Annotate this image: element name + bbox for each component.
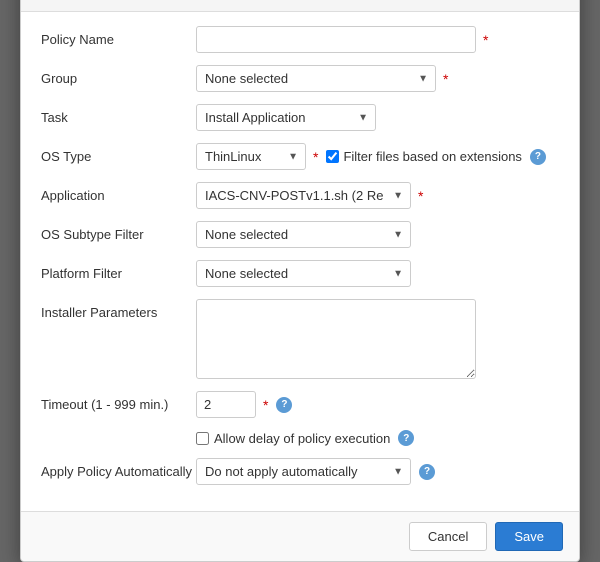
- installer-parameters-label: Installer Parameters: [41, 299, 196, 320]
- dialog-header: Add Standard App Policy ×: [21, 0, 579, 12]
- group-control: None selected ▼ *: [196, 65, 559, 92]
- allow-delay-help-icon[interactable]: ?: [398, 430, 414, 446]
- os-subtype-select[interactable]: None selected: [196, 221, 411, 248]
- group-select-wrap: None selected ▼: [196, 65, 436, 92]
- installer-parameters-textarea[interactable]: [196, 299, 476, 379]
- add-standard-app-policy-dialog: Add Standard App Policy × Policy Name * …: [20, 0, 580, 562]
- platform-filter-control: None selected ▼: [196, 260, 559, 287]
- application-required: *: [418, 188, 423, 204]
- cancel-button[interactable]: Cancel: [409, 522, 487, 551]
- allow-delay-text: Allow delay of policy execution: [214, 431, 390, 446]
- task-select[interactable]: Install Application: [196, 104, 376, 131]
- application-select[interactable]: IACS-CNV-POSTv1.1.sh (2 Reposi: [196, 182, 411, 209]
- os-subtype-filter-row: OS Subtype Filter None selected ▼: [41, 221, 559, 248]
- timeout-row: Timeout (1 - 999 min.) * ?: [41, 391, 559, 418]
- application-label: Application: [41, 182, 196, 203]
- allow-delay-control: Allow delay of policy execution ?: [196, 430, 559, 446]
- task-control: Install Application ▼: [196, 104, 559, 131]
- apply-policy-row: Apply Policy Automatically Do not apply …: [41, 458, 559, 485]
- policy-name-row: Policy Name *: [41, 26, 559, 53]
- platform-filter-row: Platform Filter None selected ▼: [41, 260, 559, 287]
- dialog-footer: Cancel Save: [21, 511, 579, 561]
- filter-files-checkbox[interactable]: [326, 150, 339, 163]
- timeout-help-icon[interactable]: ?: [276, 397, 292, 413]
- allow-delay-checkbox[interactable]: [196, 432, 209, 445]
- filter-files-label[interactable]: Filter files based on extensions: [343, 149, 521, 164]
- save-button[interactable]: Save: [495, 522, 563, 551]
- allow-delay-checkbox-label[interactable]: Allow delay of policy execution: [196, 431, 390, 446]
- close-button[interactable]: ×: [544, 0, 565, 1]
- os-type-required: *: [313, 149, 318, 165]
- os-type-select-wrap: ThinLinux ▼: [196, 143, 306, 170]
- os-type-control: ThinLinux ▼ * Filter files based on exte…: [196, 143, 559, 170]
- policy-name-required: *: [483, 32, 488, 48]
- timeout-control: * ?: [196, 391, 559, 418]
- application-select-wrap: IACS-CNV-POSTv1.1.sh (2 Reposi ▼: [196, 182, 411, 209]
- application-control: IACS-CNV-POSTv1.1.sh (2 Reposi ▼ *: [196, 182, 559, 209]
- allow-delay-row: Allow delay of policy execution ?: [41, 430, 559, 446]
- installer-parameters-row: Installer Parameters: [41, 299, 559, 379]
- task-select-wrap: Install Application ▼: [196, 104, 376, 131]
- allow-delay-label-spacer: [41, 430, 196, 436]
- os-type-row: OS Type ThinLinux ▼ * Filter files based…: [41, 143, 559, 170]
- task-row: Task Install Application ▼: [41, 104, 559, 131]
- apply-policy-control: Do not apply automatically ▼ ?: [196, 458, 559, 485]
- apply-policy-label: Apply Policy Automatically: [41, 458, 196, 479]
- installer-parameters-control: [196, 299, 559, 379]
- apply-policy-help-icon[interactable]: ?: [419, 464, 435, 480]
- filter-help-icon[interactable]: ?: [530, 149, 546, 165]
- dialog-body: Policy Name * Group None selected ▼ * Ta…: [21, 12, 579, 511]
- timeout-input[interactable]: [196, 391, 256, 418]
- group-required: *: [443, 71, 448, 87]
- application-row: Application IACS-CNV-POSTv1.1.sh (2 Repo…: [41, 182, 559, 209]
- group-select[interactable]: None selected: [196, 65, 436, 92]
- apply-policy-select[interactable]: Do not apply automatically: [196, 458, 411, 485]
- task-label: Task: [41, 104, 196, 125]
- platform-filter-label: Platform Filter: [41, 260, 196, 281]
- platform-filter-select[interactable]: None selected: [196, 260, 411, 287]
- os-subtype-select-wrap: None selected ▼: [196, 221, 411, 248]
- group-label: Group: [41, 65, 196, 86]
- os-subtype-filter-control: None selected ▼: [196, 221, 559, 248]
- timeout-label: Timeout (1 - 999 min.): [41, 391, 196, 412]
- apply-policy-select-wrap: Do not apply automatically ▼: [196, 458, 411, 485]
- filter-checkbox-wrap: Filter files based on extensions ?: [326, 149, 545, 165]
- policy-name-input[interactable]: [196, 26, 476, 53]
- policy-name-label: Policy Name: [41, 26, 196, 47]
- policy-name-control: *: [196, 26, 559, 53]
- os-type-label: OS Type: [41, 143, 196, 164]
- group-row: Group None selected ▼ *: [41, 65, 559, 92]
- platform-filter-select-wrap: None selected ▼: [196, 260, 411, 287]
- timeout-required: *: [263, 397, 268, 413]
- os-type-select[interactable]: ThinLinux: [196, 143, 306, 170]
- os-subtype-filter-label: OS Subtype Filter: [41, 221, 196, 242]
